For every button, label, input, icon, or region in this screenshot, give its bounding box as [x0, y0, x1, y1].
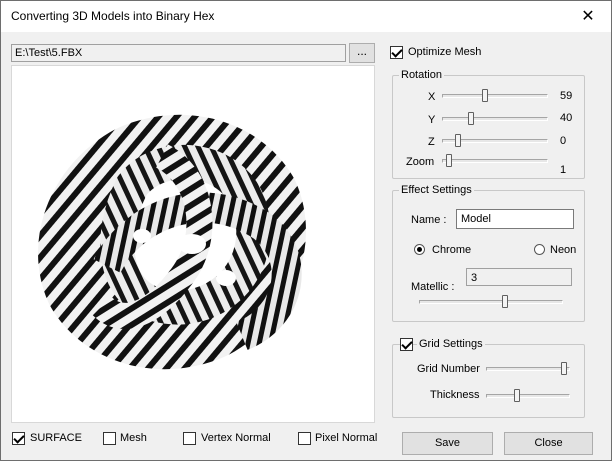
file-path-field[interactable]: E:\Test\5.FBX	[11, 44, 346, 62]
grid-settings-title: Grid Settings	[417, 338, 485, 350]
grid-settings-group	[392, 344, 585, 418]
pixel-normal-checkbox[interactable]	[298, 432, 311, 445]
vertex-normal-checkbox[interactable]	[183, 432, 196, 445]
rotation-y-thumb[interactable]	[468, 112, 474, 125]
rotation-x-thumb[interactable]	[482, 89, 488, 102]
zoom-label: Zoom	[406, 156, 435, 168]
rotation-z-label: Z	[428, 136, 435, 148]
metallic-value-field[interactable]: 3	[466, 268, 572, 286]
close-icon[interactable]: ✕	[565, 1, 611, 32]
rotation-y-slider[interactable]	[442, 112, 548, 125]
rotation-z-value: 0	[560, 135, 567, 147]
grid-number-label: Grid Number	[417, 363, 480, 375]
surface-label: SURFACE	[30, 432, 82, 444]
neon-label: Neon	[550, 244, 577, 256]
grid-number-thumb[interactable]	[561, 362, 567, 375]
app-window: Converting 3D Models into Binary Hex ✕ E…	[0, 0, 612, 461]
optimize-mesh-label: Optimize Mesh	[408, 46, 482, 58]
name-input[interactable]: Model	[456, 209, 574, 229]
thickness-slider[interactable]	[486, 389, 570, 402]
grid-settings-checkbox[interactable]	[400, 338, 413, 351]
rotation-x-slider[interactable]	[442, 89, 548, 102]
rotation-x-value: 59	[560, 90, 573, 102]
mesh-label: Mesh	[120, 432, 147, 444]
thickness-label: Thickness	[430, 389, 480, 401]
save-button[interactable]: Save	[402, 432, 493, 455]
vertex-normal-label: Vertex Normal	[201, 432, 271, 444]
zoom-slider[interactable]	[442, 154, 548, 167]
effect-settings-title: Effect Settings	[399, 184, 474, 196]
model-viewport[interactable]	[11, 65, 375, 423]
rotation-y-value: 40	[560, 112, 573, 124]
close-button[interactable]: Close	[504, 432, 593, 455]
torus-model-render	[35, 114, 309, 370]
surface-checkbox[interactable]	[12, 432, 25, 445]
grid-number-slider[interactable]	[486, 362, 570, 375]
browse-button[interactable]: ...	[349, 43, 375, 63]
thickness-thumb[interactable]	[514, 389, 520, 402]
metallic-slider[interactable]	[419, 295, 563, 308]
neon-radio[interactable]	[534, 244, 545, 255]
title-bar: Converting 3D Models into Binary Hex ✕	[1, 1, 611, 32]
rotation-z-thumb[interactable]	[455, 134, 461, 147]
chrome-label: Chrome	[432, 244, 472, 256]
name-label: Name :	[411, 214, 447, 226]
optimize-mesh-checkbox[interactable]	[390, 46, 403, 59]
chrome-radio[interactable]	[414, 244, 425, 255]
metallic-label: Matellic :	[411, 281, 455, 293]
pixel-normal-label: Pixel Normal	[315, 432, 378, 444]
zoom-thumb[interactable]	[446, 154, 452, 167]
rotation-y-label: Y	[428, 114, 436, 126]
window-title: Converting 3D Models into Binary Hex	[11, 9, 215, 23]
metallic-thumb[interactable]	[502, 295, 508, 308]
rotation-z-slider[interactable]	[442, 134, 548, 147]
mesh-checkbox[interactable]	[103, 432, 116, 445]
zoom-value: 1	[560, 164, 567, 176]
rotation-title: Rotation	[399, 69, 444, 81]
rotation-x-label: X	[428, 91, 436, 103]
